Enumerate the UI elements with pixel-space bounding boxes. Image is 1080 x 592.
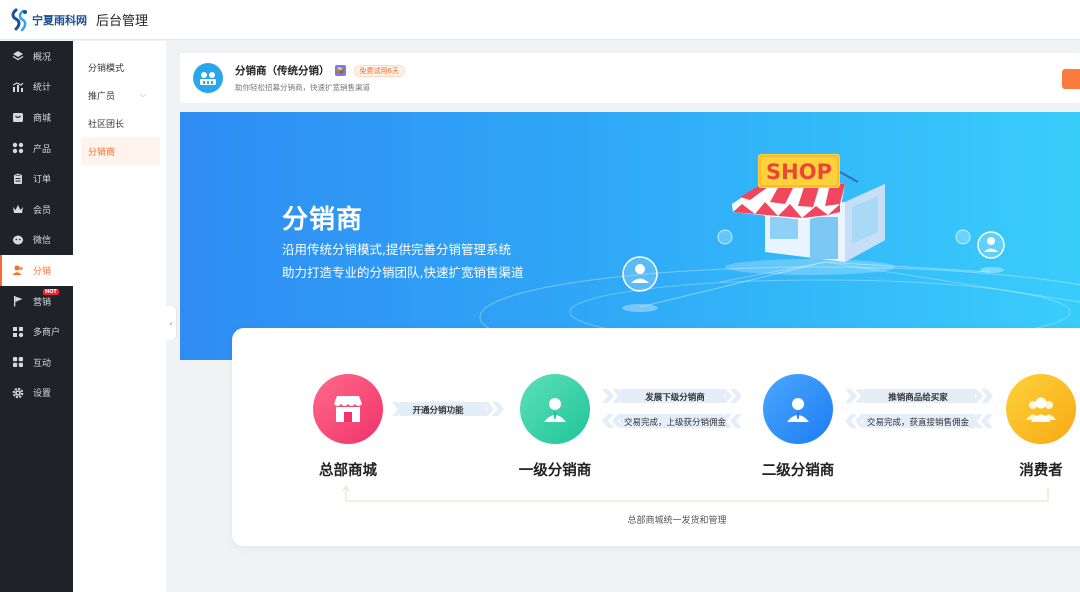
logo[interactable]: 宁夏雨科网 — [10, 8, 87, 32]
logo-text: 宁夏雨科网 — [32, 13, 87, 27]
trial-badge: 免费试用6天 — [353, 64, 405, 77]
sidebar-item-label: 产品 — [33, 144, 52, 155]
chevron-left-icon: ‹ — [169, 318, 173, 328]
submenu-item-label: 分销商 — [88, 147, 116, 158]
logo-mark-icon — [10, 8, 30, 32]
user-icon — [763, 374, 833, 444]
flow-node-label: 消费者 — [1019, 463, 1063, 479]
banner-line-2: 助力打造专业的分销团队,快速扩宽销售渠道 — [282, 265, 524, 280]
sidebar-item-label: 概况 — [33, 52, 52, 63]
sidebar-item-label: 设置 — [33, 389, 52, 400]
collapse-submenu-button[interactable]: ‹ — [166, 306, 176, 340]
flow-node-label: 二级分销商 — [761, 463, 835, 479]
banner-title: 分销商 — [282, 205, 364, 235]
flow-footer-text: 总部商城统一发货和管理 — [627, 516, 727, 526]
flow-label-direct-commission: 交易完成，获直接销售佣金 — [866, 418, 969, 428]
sidebar-item-stats[interactable]: 统计 — [0, 72, 73, 103]
shop-sign-text: SHOP — [766, 160, 832, 184]
app-title: 后台管理 — [96, 14, 149, 29]
flow-node-label: 一级分销商 — [518, 463, 592, 479]
sidebar-item-marketing[interactable]: 营销 HOT — [0, 286, 73, 317]
stats-icon — [12, 81, 24, 93]
sidebar-item-store[interactable]: 商城 — [0, 102, 73, 133]
wechat-icon — [12, 234, 24, 246]
main-sidebar: 概况 统计 商城 产品 订单 会员 微信 分销 营销 HOT 多商户 互动 设置 — [0, 41, 73, 592]
grid-icon — [12, 142, 24, 154]
plugin-info-card: 分销商（传统分销） 📦 免费试用6天 助你轻松招募分销商，快速扩宽销售渠道 — [180, 53, 1080, 103]
interact-icon — [12, 356, 24, 368]
flow-label-develop: 发展下级分销商 — [645, 393, 705, 403]
sidebar-item-wechat[interactable]: 微信 — [0, 225, 73, 256]
clipboard-icon — [12, 172, 24, 185]
sidebar-item-multi-merchant[interactable]: 多商户 — [0, 316, 73, 347]
flow-node-label: 总部商城 — [319, 463, 377, 479]
submenu-item-community-leader[interactable]: 社区团长 — [81, 109, 160, 137]
hero-banner: SHOP 分销商 沿用传统分销模式,提供完善分销管理系统 助力打造专业的分销团队… — [180, 112, 1080, 360]
submenu-item-promoter[interactable]: 推广员 ⌵ — [81, 81, 160, 109]
submenu-item-label: 分销模式 — [88, 63, 125, 74]
sidebar-item-label: 会员 — [33, 205, 52, 216]
action-button[interactable] — [1062, 69, 1080, 89]
user-icon — [520, 374, 590, 444]
users-group-icon — [1006, 374, 1076, 444]
sidebar-item-label: 分销 — [33, 266, 52, 277]
plugin-title: 分销商（传统分销） — [235, 65, 330, 77]
store-icon — [12, 111, 24, 123]
banner-line-1: 沿用传统分销模式,提供完善分销管理系统 — [282, 242, 511, 257]
store-icon — [313, 374, 383, 444]
sidebar-item-product[interactable]: 产品 — [0, 133, 73, 164]
layers-icon — [12, 50, 24, 62]
sidebar-item-overview[interactable]: 概况 — [0, 41, 73, 72]
submenu-item-distributor[interactable]: 分销商 — [81, 137, 160, 165]
sidebar-item-distribution[interactable]: 分销 — [0, 255, 73, 286]
users-icon — [12, 264, 24, 276]
sidebar-item-label: 多商户 — [33, 328, 61, 339]
crown-icon — [12, 203, 24, 215]
distributor-plugin-icon — [193, 63, 223, 93]
sidebar-item-label: 商城 — [33, 113, 52, 124]
top-header: 宁夏雨科网 后台管理 — [0, 0, 1080, 40]
submenu-item-label: 社区团长 — [88, 119, 125, 130]
sidebar-item-label: 微信 — [33, 236, 52, 247]
sub-menu: 分销模式 推广员 ⌵ 社区团长 分销商 — [73, 41, 166, 592]
sidebar-item-orders[interactable]: 订单 — [0, 163, 73, 194]
flow-node-level2: 二级分销商 — [743, 374, 853, 480]
sidebar-item-label: 统计 — [33, 83, 52, 94]
sidebar-item-label: 订单 — [33, 175, 52, 186]
distribution-flow-card: 开通分销功能 发展下级分销商 交易完成，上级获分销佣金 推销商品给买家 交易完成… — [232, 328, 1080, 546]
flow-node-consumer: 消费者 — [986, 374, 1080, 480]
flag-icon — [12, 295, 24, 307]
flow-label-upper-commission: 交易完成，上级获分销佣金 — [623, 418, 726, 428]
flow-node-hq-store: 总部商城 — [293, 374, 403, 480]
hot-badge: HOT — [43, 288, 59, 295]
sidebar-item-interaction[interactable]: 互动 — [0, 347, 73, 378]
sidebar-item-settings[interactable]: 设置 — [0, 378, 73, 409]
flow-label-sell: 推销商品给买家 — [888, 393, 948, 403]
sidebar-item-label: 互动 — [33, 358, 52, 369]
chevron-down-icon: ⌵ — [139, 90, 146, 99]
plugin-subtitle: 助你轻松招募分销商，快速扩宽销售渠道 — [235, 83, 370, 92]
sidebar-item-label: 营销 — [33, 297, 52, 308]
merchant-icon — [12, 326, 24, 338]
gear-icon — [12, 387, 24, 399]
sidebar-item-members[interactable]: 会员 — [0, 194, 73, 225]
submenu-item-label: 推广员 — [88, 91, 116, 102]
banner-illustration: SHOP — [479, 154, 1080, 360]
flow-node-level1: 一级分销商 — [500, 374, 610, 480]
package-icon: 📦 — [334, 65, 346, 76]
submenu-item-mode[interactable]: 分销模式 — [81, 53, 160, 81]
